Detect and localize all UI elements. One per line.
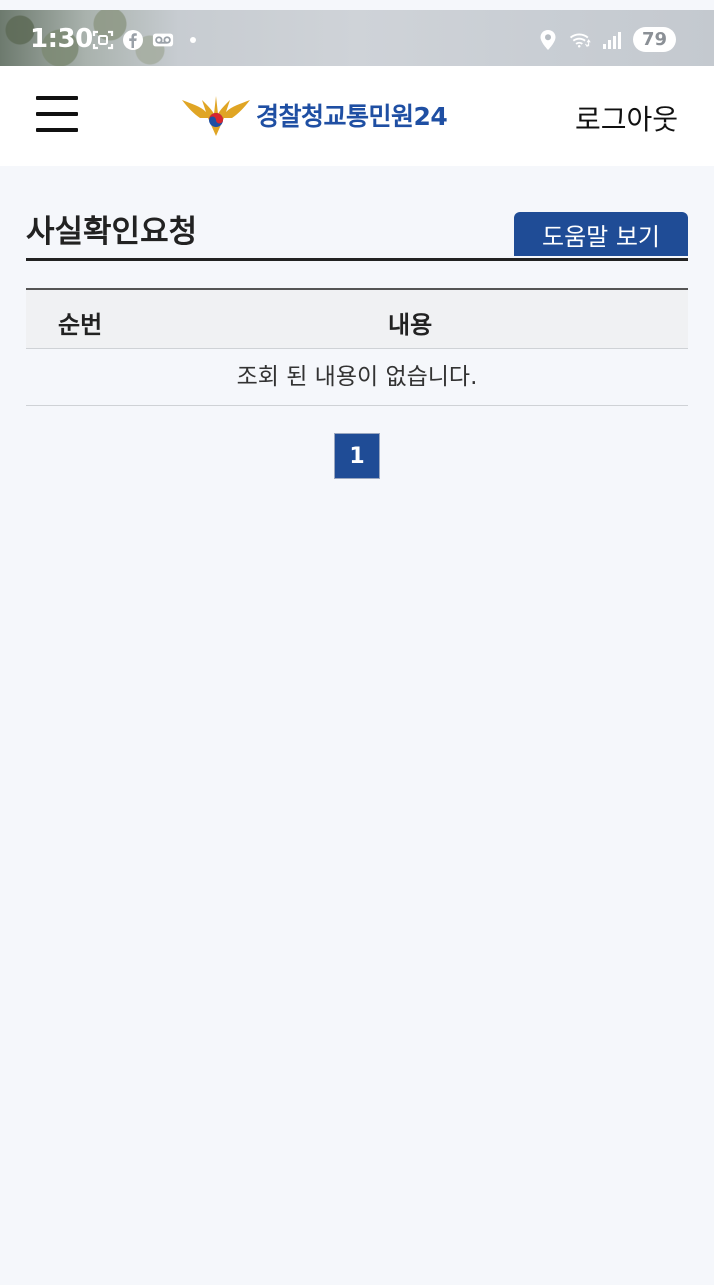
logout-button[interactable]: 로그아웃 xyxy=(575,98,678,138)
help-button[interactable]: 도움말 보기 xyxy=(514,212,688,256)
location-icon xyxy=(537,29,559,50)
logo-text: 경찰청교통민원24 xyxy=(256,102,448,131)
menu-icon[interactable] xyxy=(36,96,78,132)
battery-indicator: 79 xyxy=(632,27,676,52)
status-icons-left xyxy=(92,30,204,50)
logo[interactable]: 경찰청교통민원24 xyxy=(180,92,448,138)
page-title: 사실확인요청 xyxy=(26,214,198,250)
status-bar: 1:30 79 xyxy=(0,10,714,66)
column-header-number: 순번 xyxy=(58,311,103,339)
voicemail-icon xyxy=(152,30,174,50)
app-header: 경찰청교통민원24 로그아웃 xyxy=(0,66,714,166)
title-row: 사실확인요청 도움말 보기 xyxy=(26,202,688,261)
table-header: 순번 내용 xyxy=(26,290,688,349)
page-button-current[interactable]: 1 xyxy=(334,433,380,479)
dot-icon xyxy=(182,30,204,50)
police-emblem-icon xyxy=(182,96,250,136)
column-header-content: 내용 xyxy=(388,311,433,339)
screenshot-icon xyxy=(92,30,114,50)
status-icons-right: 79 xyxy=(537,27,676,52)
signal-icon xyxy=(601,30,623,50)
status-time: 1:30 xyxy=(30,24,93,54)
results-table: 순번 내용 조회 된 내용이 없습니다. xyxy=(26,288,688,406)
empty-message: 조회 된 내용이 없습니다. xyxy=(26,349,688,406)
facebook-icon xyxy=(122,30,144,50)
wifi-icon xyxy=(569,30,591,50)
